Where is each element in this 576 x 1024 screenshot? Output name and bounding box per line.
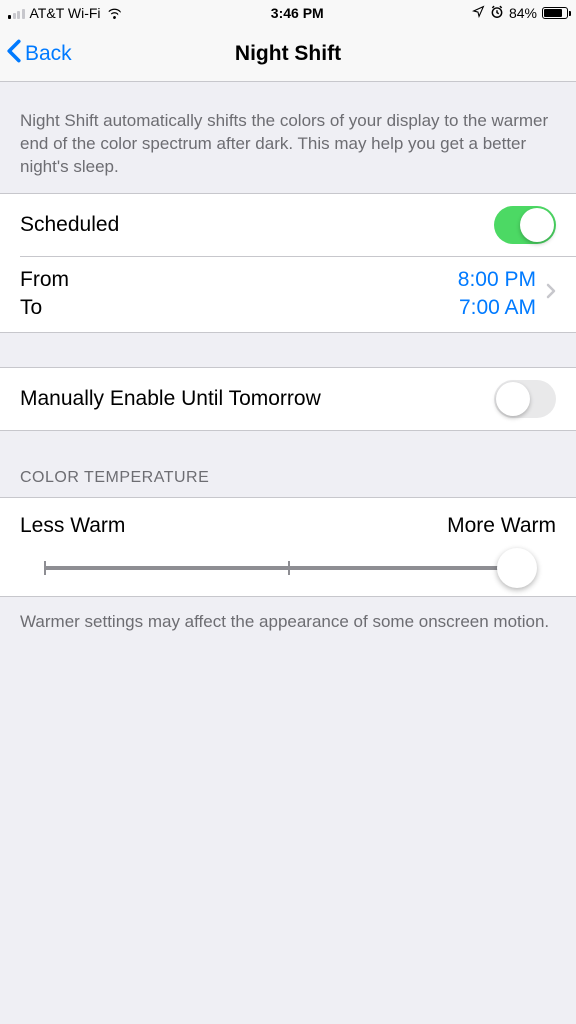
less-warm-label: Less Warm bbox=[20, 514, 125, 538]
color-temperature-header: COLOR TEMPERATURE bbox=[0, 431, 576, 497]
wifi-icon bbox=[106, 7, 123, 20]
scheduled-toggle[interactable] bbox=[494, 206, 556, 244]
to-label: To bbox=[20, 296, 69, 320]
status-left: AT&T Wi-Fi bbox=[8, 5, 123, 21]
description-text: Night Shift automatically shifts the col… bbox=[0, 82, 576, 193]
battery-icon bbox=[542, 7, 568, 19]
more-warm-label: More Warm bbox=[447, 514, 556, 538]
scheduled-row: Scheduled bbox=[0, 194, 576, 256]
from-label: From bbox=[20, 268, 69, 292]
back-button[interactable]: Back bbox=[6, 26, 72, 81]
manual-enable-row: Manually Enable Until Tomorrow bbox=[0, 368, 576, 430]
battery-percent: 84% bbox=[509, 5, 537, 21]
manual-enable-group: Manually Enable Until Tomorrow bbox=[0, 367, 576, 431]
alarm-icon bbox=[490, 5, 504, 22]
status-bar: AT&T Wi-Fi 3:46 PM 84% bbox=[0, 0, 576, 26]
color-temperature-slider[interactable] bbox=[44, 566, 532, 570]
cellular-signal-icon bbox=[8, 7, 25, 19]
chevron-left-icon bbox=[6, 39, 22, 69]
chevron-right-icon bbox=[546, 283, 556, 304]
to-time: 7:00 AM bbox=[459, 296, 536, 320]
location-icon bbox=[472, 5, 485, 21]
manual-enable-toggle[interactable] bbox=[494, 380, 556, 418]
status-time: 3:46 PM bbox=[271, 5, 324, 21]
color-temperature-row: Less Warm More Warm bbox=[0, 498, 576, 596]
from-time: 8:00 PM bbox=[458, 268, 536, 292]
scheduled-label: Scheduled bbox=[20, 213, 494, 237]
slider-thumb[interactable] bbox=[497, 548, 537, 588]
carrier-label: AT&T Wi-Fi bbox=[30, 5, 101, 21]
scheduled-group: Scheduled From To 8:00 PM 7:00 AM bbox=[0, 193, 576, 333]
schedule-time-row[interactable]: From To 8:00 PM 7:00 AM bbox=[0, 256, 576, 332]
nav-bar: Back Night Shift bbox=[0, 26, 576, 82]
manual-enable-label: Manually Enable Until Tomorrow bbox=[20, 387, 494, 411]
footer-note: Warmer settings may affect the appearanc… bbox=[0, 597, 576, 648]
page-title: Night Shift bbox=[235, 42, 341, 66]
status-right: 84% bbox=[472, 5, 568, 22]
color-temperature-group: Less Warm More Warm bbox=[0, 497, 576, 597]
back-label: Back bbox=[25, 42, 72, 66]
